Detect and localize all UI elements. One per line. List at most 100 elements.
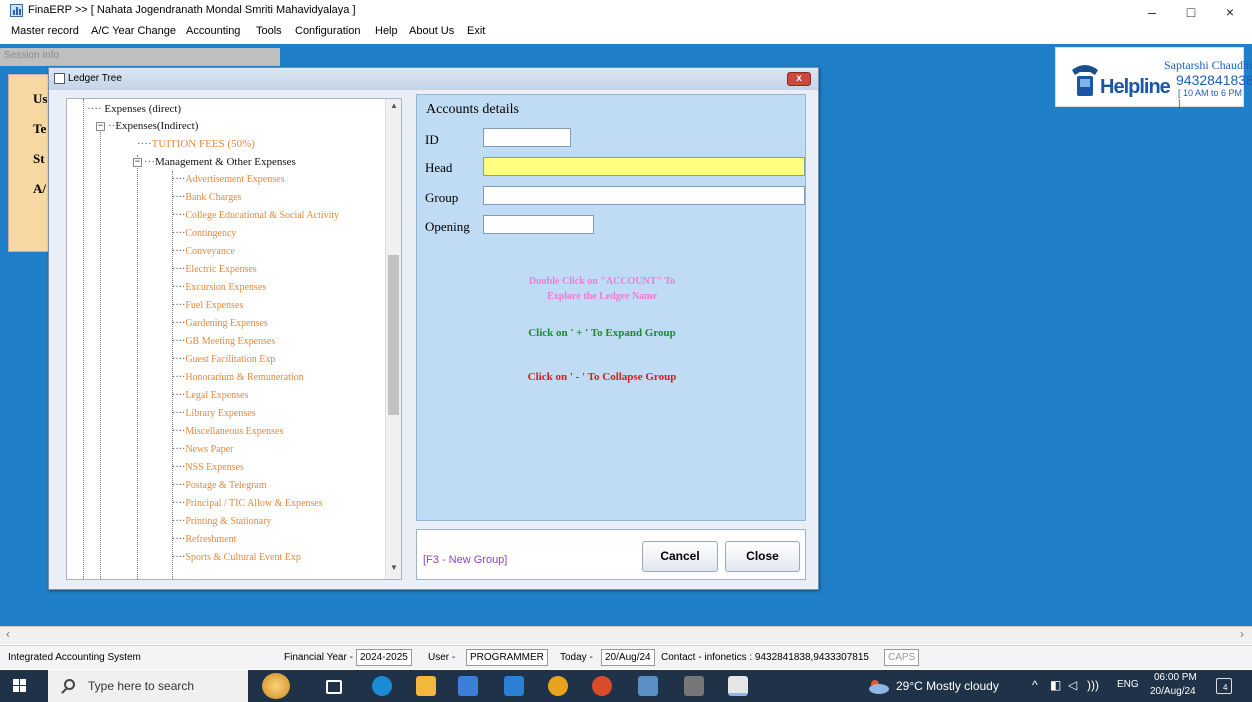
taskbar: Type here to search 29°C Mostly cloudy ^… bbox=[0, 670, 1252, 702]
tree-node-expenses-direct[interactable]: ···· Expenses (direct) bbox=[87, 102, 181, 116]
minimize-button[interactable]: – bbox=[1132, 2, 1172, 22]
notification-count: 4 bbox=[1223, 683, 1228, 692]
tree-leaf[interactable]: ····Postage & Telegram bbox=[172, 479, 267, 493]
group-field[interactable] bbox=[483, 186, 805, 205]
search-icon bbox=[64, 679, 75, 690]
tree-leaf[interactable]: ····Library Expenses bbox=[172, 407, 256, 421]
menu-exit[interactable]: Exit bbox=[467, 25, 485, 37]
opening-label: Opening bbox=[425, 219, 470, 234]
scroll-down-icon[interactable]: ▼ bbox=[386, 563, 401, 577]
tree-leaf[interactable]: ····Excursion Expenses bbox=[172, 281, 266, 295]
head-field[interactable] bbox=[483, 157, 805, 176]
tree-leaf[interactable]: ····News Paper bbox=[172, 443, 233, 457]
action-bar: [F3 - New Group] Cancel Close bbox=[416, 529, 806, 580]
tree-leaf[interactable]: ····Legal Expenses bbox=[172, 389, 248, 403]
tree-leaf[interactable]: ····Guest Facilitation Exp bbox=[172, 353, 275, 367]
tree-leaf[interactable]: ····Fuel Expenses bbox=[172, 299, 243, 313]
status-user-label: User - bbox=[428, 652, 456, 663]
tree-leaf[interactable]: ····Printing & Stationary bbox=[172, 515, 271, 529]
ledger-titlebar[interactable]: Ledger Tree x bbox=[49, 68, 818, 90]
window-titlebar: FinaERP >> [ Nahata Jogendranath Mondal … bbox=[0, 0, 1252, 22]
opening-field[interactable] bbox=[483, 215, 594, 234]
task-view-icon[interactable] bbox=[326, 680, 342, 694]
tree-leaf[interactable]: ····GB Meeting Expenses bbox=[172, 335, 275, 349]
menu-accounting[interactable]: Accounting bbox=[186, 25, 240, 37]
id-label: ID bbox=[425, 132, 439, 147]
menu-master-record[interactable]: Master record bbox=[11, 25, 79, 37]
language-indicator[interactable]: ENG bbox=[1117, 679, 1139, 690]
close-button[interactable]: Close bbox=[725, 541, 800, 572]
hint-expand: Click on ' + ' To Expand Group bbox=[528, 327, 676, 339]
tree-leaf[interactable]: ····Sports & Cultural Event Exp bbox=[172, 551, 301, 565]
notification-center-icon[interactable]: 4 bbox=[1216, 678, 1232, 694]
helpline-phone: 9432841838 bbox=[1176, 72, 1252, 88]
hint-account-line1: Double Click on "ACCOUNT" To bbox=[528, 276, 676, 287]
volume-icon[interactable]: ))) bbox=[1087, 678, 1099, 692]
scroll-up-icon[interactable]: ▲ bbox=[386, 101, 401, 115]
status-caps: CAPS bbox=[884, 649, 920, 666]
finaerp-taskbar-icon[interactable] bbox=[728, 676, 748, 696]
tree-leaf[interactable]: ····NSS Expenses bbox=[172, 461, 244, 475]
app-icon[interactable] bbox=[638, 676, 658, 696]
scroll-left-icon[interactable]: ‹ bbox=[6, 627, 10, 641]
id-field[interactable] bbox=[483, 128, 571, 147]
menu-tools[interactable]: Tools bbox=[256, 25, 282, 37]
close-window-button[interactable]: × bbox=[1210, 2, 1250, 22]
tree-node-tuition-fees[interactable]: ····TUITION FEES (50%) bbox=[137, 137, 255, 151]
session-label-user: Us bbox=[33, 91, 48, 106]
taskbar-search[interactable]: Type here to search bbox=[48, 670, 248, 702]
tree-leaf[interactable]: ····Contingency bbox=[172, 227, 236, 241]
clock-time[interactable]: 06:00 PM bbox=[1154, 672, 1197, 683]
windows-start-icon[interactable] bbox=[13, 679, 27, 693]
tree-leaf[interactable]: ····College Educational & Social Activit… bbox=[172, 209, 339, 223]
menu-configuration[interactable]: Configuration bbox=[295, 25, 360, 37]
network-icon[interactable]: ◧ bbox=[1050, 678, 1061, 692]
horizontal-scrollbar[interactable]: ‹ › bbox=[0, 626, 1252, 644]
store-icon[interactable] bbox=[458, 676, 478, 696]
helpline-banner: Helpline Saptarshi Chaudhuri 9432841838 … bbox=[1055, 47, 1252, 108]
weather-text[interactable]: 29°C Mostly cloudy bbox=[896, 679, 999, 693]
app-title: FinaERP >> [ Nahata Jogendranath Mondal … bbox=[28, 4, 356, 16]
collapse-toggle-icon[interactable]: − bbox=[133, 158, 142, 167]
scroll-right-icon[interactable]: › bbox=[1240, 627, 1244, 641]
tree-scrollbar[interactable]: ▲ ▼ bbox=[385, 99, 401, 579]
accounts-details-panel: Accounts details ID Head Group Opening D… bbox=[416, 94, 806, 521]
session-info-bar: Session Info bbox=[0, 48, 280, 66]
cortana-icon[interactable] bbox=[262, 673, 290, 699]
ledger-close-button[interactable]: x bbox=[787, 72, 811, 86]
mail-icon[interactable] bbox=[504, 676, 524, 696]
cancel-button[interactable]: Cancel bbox=[642, 541, 718, 572]
tree-leaf[interactable]: ····Electric Expenses bbox=[172, 263, 257, 277]
scroll-thumb[interactable] bbox=[388, 255, 399, 415]
details-heading: Accounts details bbox=[426, 102, 519, 117]
chrome-profile-icon[interactable] bbox=[592, 676, 612, 696]
speaker-icon[interactable]: ◁ bbox=[1068, 678, 1077, 692]
session-label-te: Te bbox=[33, 121, 47, 136]
menu-about-us[interactable]: About Us bbox=[409, 25, 454, 37]
tree-leaf[interactable]: ····Refreshment bbox=[172, 533, 236, 547]
tree-leaf[interactable]: ····Advertisement Expenses bbox=[172, 173, 284, 187]
menu-help[interactable]: Help bbox=[375, 25, 398, 37]
tray-chevron-icon[interactable]: ^ bbox=[1032, 678, 1038, 692]
tree-leaf[interactable]: ····Bank Charges bbox=[172, 191, 242, 205]
collapse-toggle-icon[interactable]: − bbox=[96, 122, 105, 131]
helpline-hours: [ 10 AM to 6 PM ] bbox=[1178, 88, 1243, 108]
tree-node-management-other-expenses[interactable]: ···Management & Other Expenses bbox=[144, 155, 296, 169]
maximize-button[interactable]: □ bbox=[1171, 2, 1211, 22]
tree-leaf[interactable]: ····Gardening Expenses bbox=[172, 317, 268, 331]
tree-leaf[interactable]: ····Honorarium & Remuneration bbox=[172, 371, 304, 385]
ledger-tree[interactable]: ···· Expenses (direct) − ··Expenses(Indi… bbox=[66, 98, 402, 580]
tree-leaf[interactable]: ····Principal / TIC Allow & Expenses bbox=[172, 497, 323, 511]
chrome-icon[interactable] bbox=[548, 676, 568, 696]
menu-ac-year-change[interactable]: A/C Year Change bbox=[91, 25, 176, 37]
weather-cloud-icon[interactable] bbox=[866, 677, 890, 695]
tree-leaf[interactable]: ····Miscellaneous Expenses bbox=[172, 425, 283, 439]
window-icon bbox=[54, 73, 65, 84]
app-icon[interactable] bbox=[684, 676, 704, 696]
tree-leaf[interactable]: ····Conveyance bbox=[172, 245, 235, 259]
tree-node-expenses-indirect[interactable]: ··Expenses(Indirect) bbox=[108, 119, 198, 133]
clock-date[interactable]: 20/Aug/24 bbox=[1150, 686, 1196, 697]
file-explorer-icon[interactable] bbox=[416, 676, 436, 696]
edge-icon[interactable] bbox=[372, 676, 392, 696]
status-today-value: 20/Aug/24 bbox=[601, 649, 655, 666]
